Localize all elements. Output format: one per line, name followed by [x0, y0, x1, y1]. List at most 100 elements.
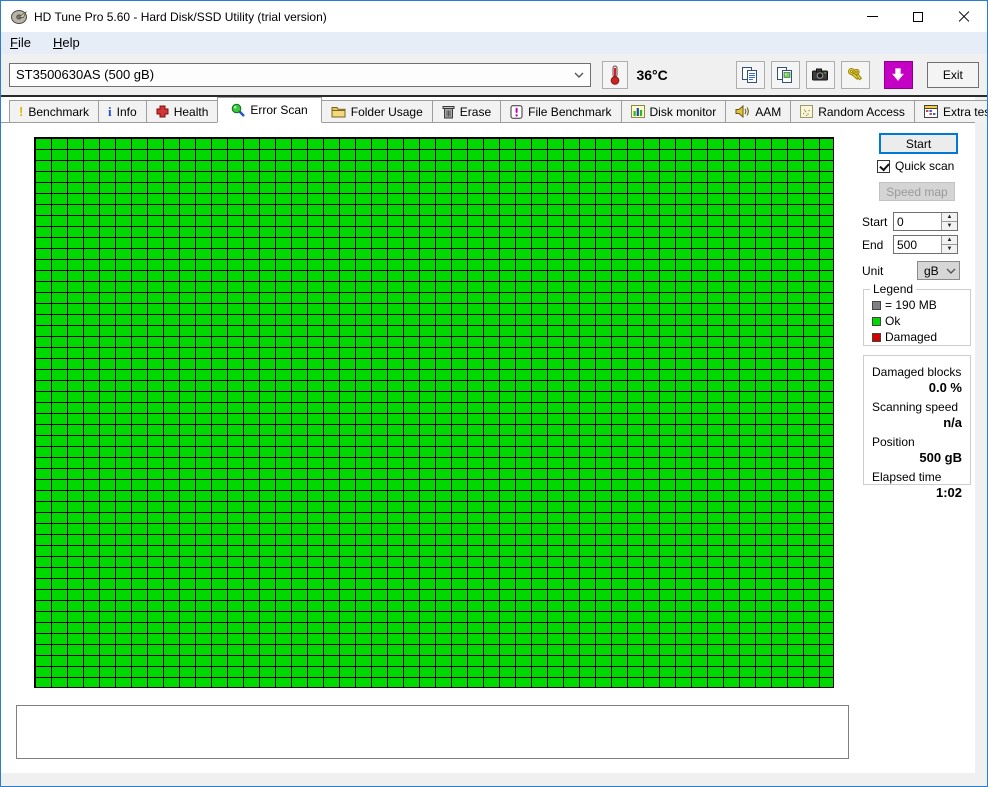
end-range-updown[interactable]: ▲ ▼: [941, 236, 957, 253]
legend-label: = 190 MB: [885, 298, 937, 312]
temperature-value: 36°C: [636, 66, 668, 83]
start-scan-label: Start: [905, 136, 932, 151]
tab-label: Extra tests: [942, 104, 987, 119]
register-button[interactable]: [840, 60, 870, 89]
ok-swatch: [872, 316, 881, 326]
start-scan-button[interactable]: Start: [879, 133, 958, 154]
random-dots-icon: [800, 105, 814, 118]
download-arrow-icon: [892, 67, 905, 81]
menu-help[interactable]: Help: [52, 33, 89, 53]
download-button[interactable]: [883, 60, 913, 89]
bar-chart-icon: [630, 105, 645, 118]
screenshot-button[interactable]: [805, 60, 835, 89]
folder-icon: [331, 107, 346, 118]
damaged-blocks-label: Damaged blocks: [872, 365, 962, 379]
tab-error-scan[interactable]: Error Scan: [217, 97, 322, 123]
end-range-spinner[interactable]: ▲▼: [893, 235, 958, 254]
unit-label: Unit: [862, 263, 884, 278]
end-range-input[interactable]: [894, 236, 941, 253]
tab-erase[interactable]: Erase: [431, 100, 502, 122]
tab-label: File Benchmark: [528, 104, 612, 119]
chevron-down-icon: [574, 72, 584, 78]
menu-bar: File Help: [1, 32, 987, 54]
maximize-icon: [913, 11, 923, 22]
legend-item-blocksize: = 190 MB: [872, 298, 970, 312]
minimize-button[interactable]: [849, 1, 895, 32]
copy-text-icon: [742, 66, 758, 83]
legend-item-damaged: Damaged: [872, 330, 970, 344]
exit-button[interactable]: Exit: [926, 61, 979, 88]
legend-label: Damaged: [885, 330, 938, 344]
tab-file-benchmark[interactable]: File Benchmark: [500, 100, 622, 122]
close-button[interactable]: [941, 1, 987, 32]
copy-image-button[interactable]: [770, 60, 800, 89]
tab-aam[interactable]: AAM: [725, 100, 792, 122]
tab-health[interactable]: Health: [145, 100, 219, 122]
hard-disk-icon: [11, 9, 27, 24]
tab-folder-usage[interactable]: Folder Usage: [320, 100, 433, 122]
copy-text-button[interactable]: [735, 60, 765, 89]
scanning-speed-value: n/a: [943, 415, 962, 430]
exclamation-magenta-icon: [510, 104, 523, 119]
tab-label: Folder Usage: [350, 104, 423, 119]
damaged-blocks-textbox[interactable]: [16, 705, 849, 759]
scan-stats-panel: Damaged blocks 0.0 % Scanning speed n/a …: [863, 355, 971, 500]
app-window: HD Tune Pro 5.60 - Hard Disk/SSD Utility…: [0, 0, 988, 787]
quick-scan-label: Quick scan: [895, 159, 955, 173]
unit-value: gB: [924, 263, 939, 278]
toolbar: ST3500630AS (500 gB) 36°C Exit: [1, 54, 987, 95]
damaged-swatch: [872, 332, 881, 342]
exclamation-yellow-icon: !: [19, 104, 24, 119]
chevron-down-icon: [946, 268, 956, 274]
trash-icon: [442, 105, 455, 118]
spin-up-icon[interactable]: ▲: [942, 213, 957, 222]
speed-map-label: Speed map: [886, 184, 948, 199]
drive-select-value: ST3500630AS (500 gB): [16, 67, 155, 82]
tab-label: Error Scan: [250, 103, 308, 117]
start-range-spinner[interactable]: ▲▼: [893, 212, 958, 231]
scan-grid: [34, 137, 834, 688]
legend-panel: Legend = 190 MB Ok Damaged: [863, 282, 971, 346]
tab-label: Erase: [459, 104, 492, 119]
thermometer-icon: [610, 65, 620, 85]
block-swatch: [872, 300, 881, 310]
spin-down-icon[interactable]: ▼: [942, 222, 957, 230]
table-icon: [923, 105, 938, 118]
start-range-row: Start ▲▼: [862, 212, 958, 231]
end-range-label: End: [862, 237, 884, 252]
speed-map-button[interactable]: Speed map: [879, 182, 955, 201]
close-icon: [958, 11, 970, 23]
window-title: HD Tune Pro 5.60 - Hard Disk/SSD Utility…: [34, 9, 327, 24]
toolbar-buttons: [735, 60, 919, 89]
health-cross-icon: [156, 105, 169, 118]
keys-icon: [848, 67, 863, 80]
temperature-button[interactable]: [601, 60, 629, 89]
maximize-button[interactable]: [895, 1, 941, 32]
title-bar: HD Tune Pro 5.60 - Hard Disk/SSD Utility…: [1, 1, 987, 32]
tab-strip: ! Benchmark i Info Health Error Scan Fol…: [1, 97, 987, 123]
end-range-row: End ▲▼: [862, 235, 958, 254]
menu-file[interactable]: File: [9, 33, 40, 53]
tab-label: Health: [173, 104, 209, 119]
unit-select[interactable]: gB: [917, 261, 960, 280]
tab-random-access[interactable]: Random Access: [790, 100, 915, 122]
legend-title: Legend: [870, 282, 917, 296]
tab-benchmark[interactable]: ! Benchmark: [9, 100, 100, 122]
tab-extra-tests[interactable]: Extra tests: [913, 100, 987, 122]
spin-down-icon[interactable]: ▼: [942, 245, 957, 253]
elapsed-time-value: 1:02: [935, 485, 962, 500]
quick-scan-option[interactable]: Quick scan: [877, 159, 954, 173]
magnifier-icon: [232, 103, 246, 117]
drive-select[interactable]: ST3500630AS (500 gB): [9, 62, 591, 87]
speaker-icon: [735, 105, 750, 118]
start-range-updown[interactable]: ▲ ▼: [941, 213, 957, 230]
tab-disk-monitor[interactable]: Disk monitor: [620, 100, 727, 122]
spin-up-icon[interactable]: ▲: [942, 236, 957, 245]
tab-info[interactable]: i Info: [98, 100, 147, 122]
position-label: Position: [872, 435, 915, 449]
minimize-icon: [866, 16, 878, 17]
quick-scan-checkbox[interactable]: [877, 159, 890, 173]
exit-label: Exit: [942, 67, 963, 82]
start-range-input[interactable]: [894, 213, 941, 230]
tab-label: Info: [116, 104, 137, 119]
